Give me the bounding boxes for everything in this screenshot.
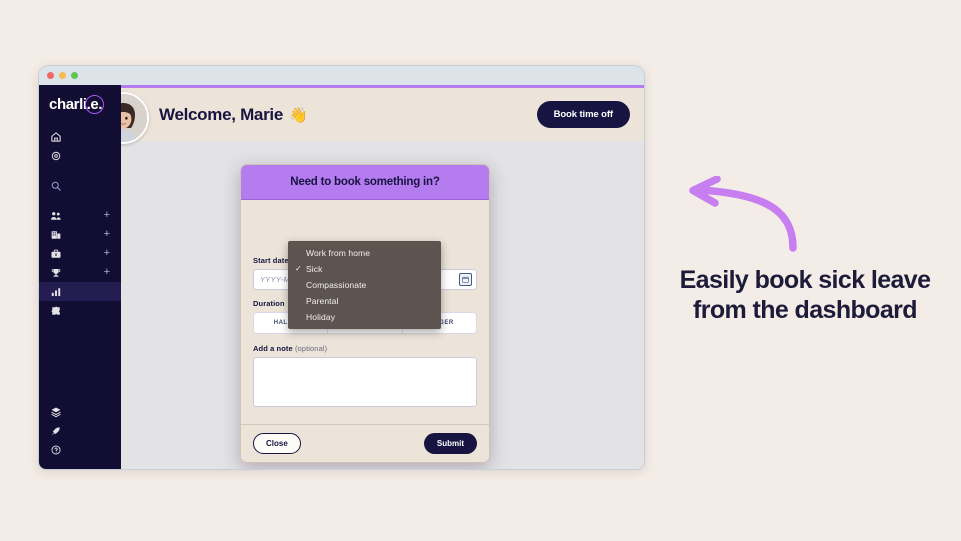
modal-header: Need to book something in?	[241, 165, 489, 200]
people-icon	[51, 211, 61, 220]
sidebar-nav-bottom	[39, 402, 121, 469]
book-time-off-button[interactable]: Book time off	[536, 101, 630, 128]
close-button[interactable]: Close	[253, 433, 301, 454]
help-icon	[51, 444, 61, 455]
sidebar-divider-1	[39, 165, 121, 176]
rocket-icon	[51, 426, 60, 435]
leave-type-dropdown: Work from home ✓ Sick Compassionate Pare…	[288, 241, 441, 329]
note-label-text: Add a note	[253, 344, 293, 353]
sidebar-add-people[interactable]: +	[104, 210, 110, 221]
welcome-text: Welcome, Marie	[159, 104, 283, 124]
dropdown-option-label: Parental	[306, 296, 339, 306]
book-time-off-modal: Need to book something in? Start date YY…	[240, 164, 490, 463]
dropdown-option-label: Holiday	[306, 312, 336, 322]
modal-body: Start date YYYY-MM Duration HALF DAY	[241, 200, 489, 424]
page-title: Welcome, Marie 👋	[159, 104, 308, 125]
minimize-traffic-light[interactable]	[59, 72, 66, 79]
dropdown-option-label: Work from home	[306, 248, 371, 258]
sidebar-item-people[interactable]: +	[39, 206, 121, 225]
maximize-traffic-light[interactable]	[71, 72, 78, 79]
sidebar-nav-top: + + + +	[39, 123, 121, 320]
dropdown-option-holiday[interactable]: Holiday	[288, 309, 441, 325]
home-icon	[51, 131, 61, 142]
check-icon: ✓	[295, 264, 302, 273]
dropdown-option-work-from-home[interactable]: Work from home	[288, 245, 441, 261]
avatar-photo	[121, 94, 147, 142]
annotation-text: Easily book sick leave from the dashboar…	[679, 266, 931, 324]
note-optional-text: (optional)	[294, 344, 328, 353]
logo-circle-icon	[85, 94, 105, 114]
note-textarea[interactable]	[253, 357, 477, 407]
briefcase-icon	[51, 249, 61, 258]
main-content: Welcome, Marie 👋 Book time off Need to b…	[121, 85, 644, 469]
top-bar: Welcome, Marie 👋 Book time off	[121, 85, 644, 144]
dropdown-option-parental[interactable]: Parental	[288, 293, 441, 309]
dropdown-option-compassionate[interactable]: Compassionate	[288, 277, 441, 293]
sidebar: charli.e. + + + +	[39, 85, 121, 469]
sidebar-add-performance[interactable]: +	[104, 267, 110, 278]
bar-chart-icon	[51, 287, 61, 296]
puzzle-icon	[51, 306, 60, 315]
sidebar-item-home[interactable]	[39, 127, 121, 146]
sidebar-item-help[interactable]	[39, 440, 121, 459]
sidebar-add-documents[interactable]: +	[104, 248, 110, 259]
building-icon	[51, 230, 61, 239]
dropdown-option-sick[interactable]: ✓ Sick	[288, 261, 441, 277]
modal-title: Need to book something in?	[290, 176, 440, 188]
gear-icon	[51, 151, 61, 160]
sidebar-item-documents[interactable]: +	[39, 244, 121, 263]
app-container: charli.e. + + + + Welcome, Marie 👋 Book …	[39, 85, 644, 469]
sidebar-item-settings[interactable]	[39, 146, 121, 165]
wave-emoji-icon: 👋	[288, 106, 308, 124]
sidebar-item-company[interactable]: +	[39, 225, 121, 244]
sidebar-item-performance[interactable]: +	[39, 263, 121, 282]
dropdown-option-label: Compassionate	[306, 280, 367, 290]
sidebar-item-rocket[interactable]	[39, 421, 121, 440]
charlie-logo[interactable]: charli.e.	[39, 85, 121, 123]
avatar[interactable]	[121, 92, 149, 144]
logo-text: charli.e.	[49, 94, 105, 114]
sidebar-add-company[interactable]: +	[104, 229, 110, 240]
calendar-glyph-icon	[462, 276, 469, 283]
trophy-icon	[51, 268, 61, 277]
dropdown-option-label: Sick	[306, 264, 323, 274]
calendar-icon[interactable]	[459, 273, 472, 286]
close-traffic-light[interactable]	[47, 72, 54, 79]
browser-titlebar	[39, 66, 644, 86]
browser-window: charli.e. + + + + Welcome, Marie 👋 Book …	[38, 65, 645, 470]
sidebar-item-search[interactable]	[39, 176, 121, 195]
search-icon	[51, 181, 61, 191]
curved-arrow-icon	[689, 176, 797, 252]
sidebar-item-integrations[interactable]	[39, 301, 121, 320]
sidebar-item-layers[interactable]	[39, 402, 121, 421]
submit-button[interactable]: Submit	[423, 433, 477, 454]
annotation: Easily book sick leave from the dashboar…	[665, 176, 945, 325]
sidebar-item-reports[interactable]	[39, 282, 121, 301]
layers-icon	[51, 407, 61, 417]
sidebar-divider-2	[39, 195, 121, 206]
note-label: Add a note (optional)	[253, 344, 477, 353]
modal-footer: Close Submit	[241, 424, 489, 462]
